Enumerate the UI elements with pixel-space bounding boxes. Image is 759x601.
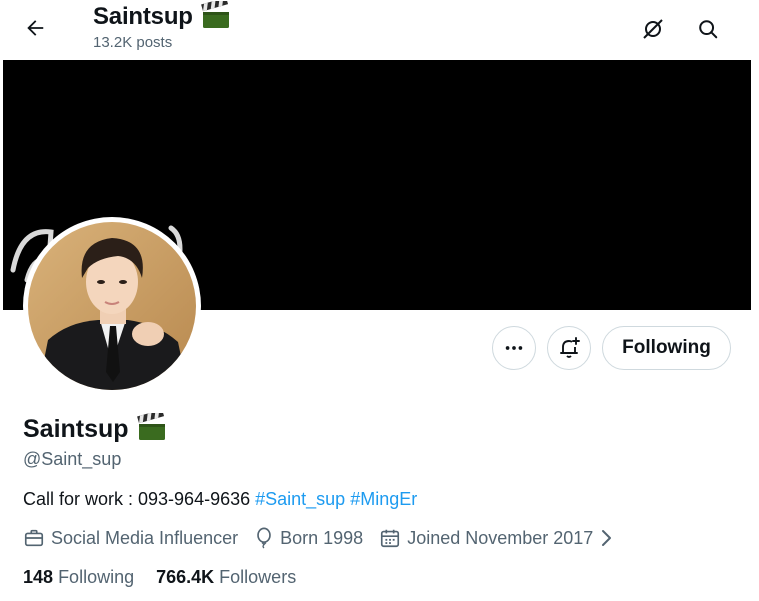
post-count: 13.2K posts [93,34,173,51]
profile-meta: Social Media Influencer Born 1998 Joined… [23,527,621,549]
user-handle: @Saint_sup [23,449,122,469]
header-title: Saintsup [93,3,193,30]
following-label: Following [58,567,135,587]
followers-count: 766.4K [156,567,215,587]
bell-plus-icon [560,337,580,358]
following-stat[interactable]: 148 Following [23,567,134,588]
more-dots-icon [505,346,523,350]
search-button[interactable] [690,11,726,47]
arrow-left-icon [27,20,44,36]
hashtag-link[interactable]: #MingEr [350,489,417,509]
header-title-block: Saintsup 13.2K posts [93,0,231,51]
following-count: 148 [23,567,54,587]
meta-category: Social Media Influencer [23,527,238,549]
display-name-row: Saintsup [23,409,167,446]
avatar-photo [28,222,196,390]
balloon-icon [257,527,271,549]
bio: Call for work : 093-964-9636 #Saint_sup … [23,489,417,510]
no-signal-button[interactable] [635,11,671,47]
no-signal-icon [643,19,663,39]
hashtag-link[interactable]: #Saint_sup [255,489,345,509]
following-button[interactable]: Following [602,326,731,370]
briefcase-icon [24,529,44,547]
clapper-board-icon [136,409,167,446]
display-name: Saintsup [23,415,129,443]
avatar[interactable] [23,217,201,395]
followers-label: Followers [219,567,297,587]
top-header: Saintsup 13.2K posts [3,0,751,60]
back-button[interactable] [17,10,53,46]
followers-stat[interactable]: 766.4K Followers [156,567,296,588]
profile-page: Saintsup 13.2K posts Following Saintsup … [3,0,751,601]
joined-label: Joined November 2017 [407,527,594,548]
category-label: Social Media Influencer [51,527,239,548]
meta-joined[interactable]: Joined November 2017 [379,527,621,549]
notifications-button[interactable] [547,326,591,370]
born-label: Born 1998 [280,527,364,548]
more-button[interactable] [492,326,536,370]
chevron-right-icon [602,530,612,546]
clapper-board-icon [200,0,231,34]
calendar-icon [381,529,400,548]
follow-stats: 148 Following 766.4K Followers [23,567,318,588]
meta-born: Born 1998 [254,527,363,549]
bio-text: Call for work : 093-964-9636 [23,489,256,509]
search-icon [699,20,718,39]
